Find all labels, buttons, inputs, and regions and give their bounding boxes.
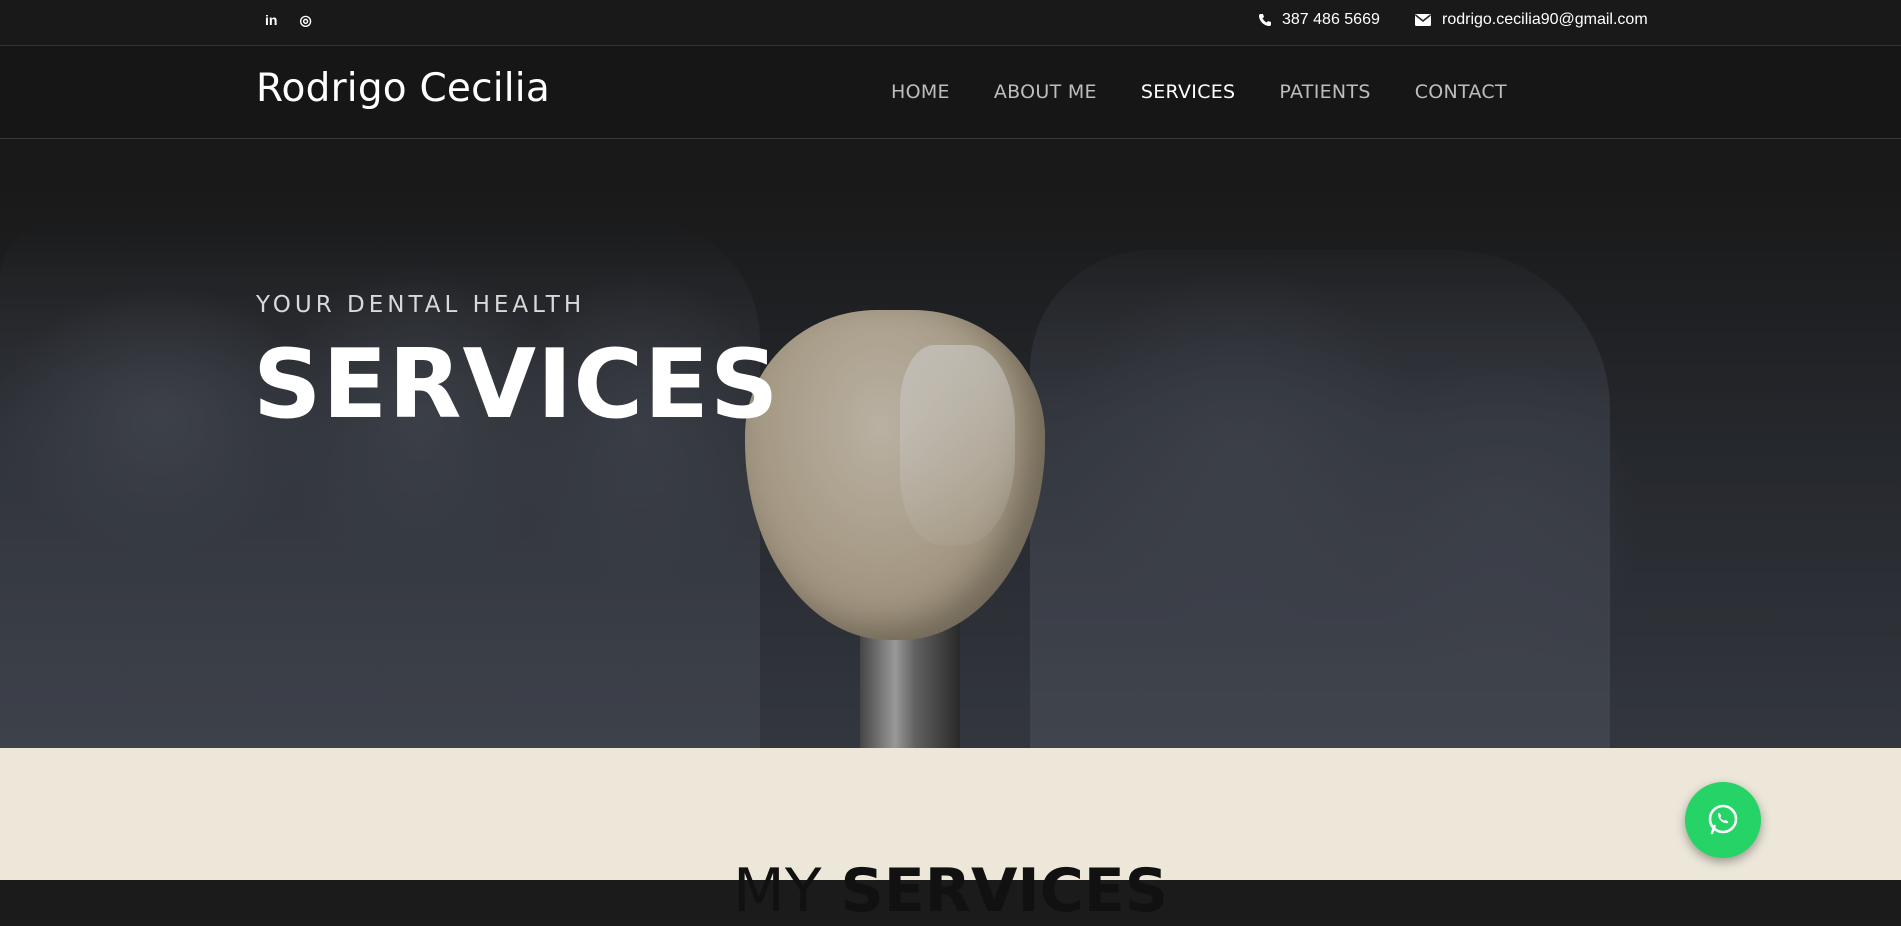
instagram-icon[interactable]: ◎ bbox=[299, 12, 311, 28]
envelope-icon bbox=[1415, 14, 1431, 26]
top-bar: in ◎ 387 486 5669 rodrigo.cecilia90@gmai… bbox=[0, 0, 1901, 46]
phone-number: 387 486 5669 bbox=[1282, 11, 1380, 28]
section-title-light: MY bbox=[733, 856, 841, 926]
whatsapp-icon bbox=[1708, 804, 1738, 835]
main-nav: Rodrigo Cecilia HOME ABOUT ME SERVICES P… bbox=[0, 46, 1901, 139]
services-section: MY SERVICES bbox=[0, 748, 1901, 926]
nav-item-contact[interactable]: CONTACT bbox=[1415, 81, 1507, 103]
social-links: in ◎ bbox=[265, 12, 312, 28]
hero-eyebrow: YOUR DENTAL HEALTH bbox=[256, 292, 586, 318]
nav-item-about-me[interactable]: ABOUT ME bbox=[994, 81, 1097, 103]
nav-item-services[interactable]: SERVICES bbox=[1141, 81, 1236, 103]
section-title: MY SERVICES bbox=[0, 856, 1901, 926]
nav-menu: HOME ABOUT ME SERVICES PATIENTS CONTACT bbox=[891, 81, 1551, 103]
phone-icon bbox=[1259, 14, 1271, 26]
site-logo[interactable]: Rodrigo Cecilia bbox=[256, 66, 550, 111]
email-address: rodrigo.cecilia90@gmail.com bbox=[1442, 11, 1648, 28]
phone-contact[interactable]: 387 486 5669 bbox=[1258, 11, 1380, 29]
hero-title: SERVICES bbox=[253, 330, 780, 440]
linkedin-icon[interactable]: in bbox=[265, 12, 277, 28]
email-contact[interactable]: rodrigo.cecilia90@gmail.com bbox=[1414, 11, 1648, 29]
nav-item-patients[interactable]: PATIENTS bbox=[1279, 81, 1370, 103]
whatsapp-button[interactable] bbox=[1685, 782, 1761, 858]
section-title-bold: SERVICES bbox=[840, 856, 1168, 926]
nav-item-home[interactable]: HOME bbox=[891, 81, 950, 103]
